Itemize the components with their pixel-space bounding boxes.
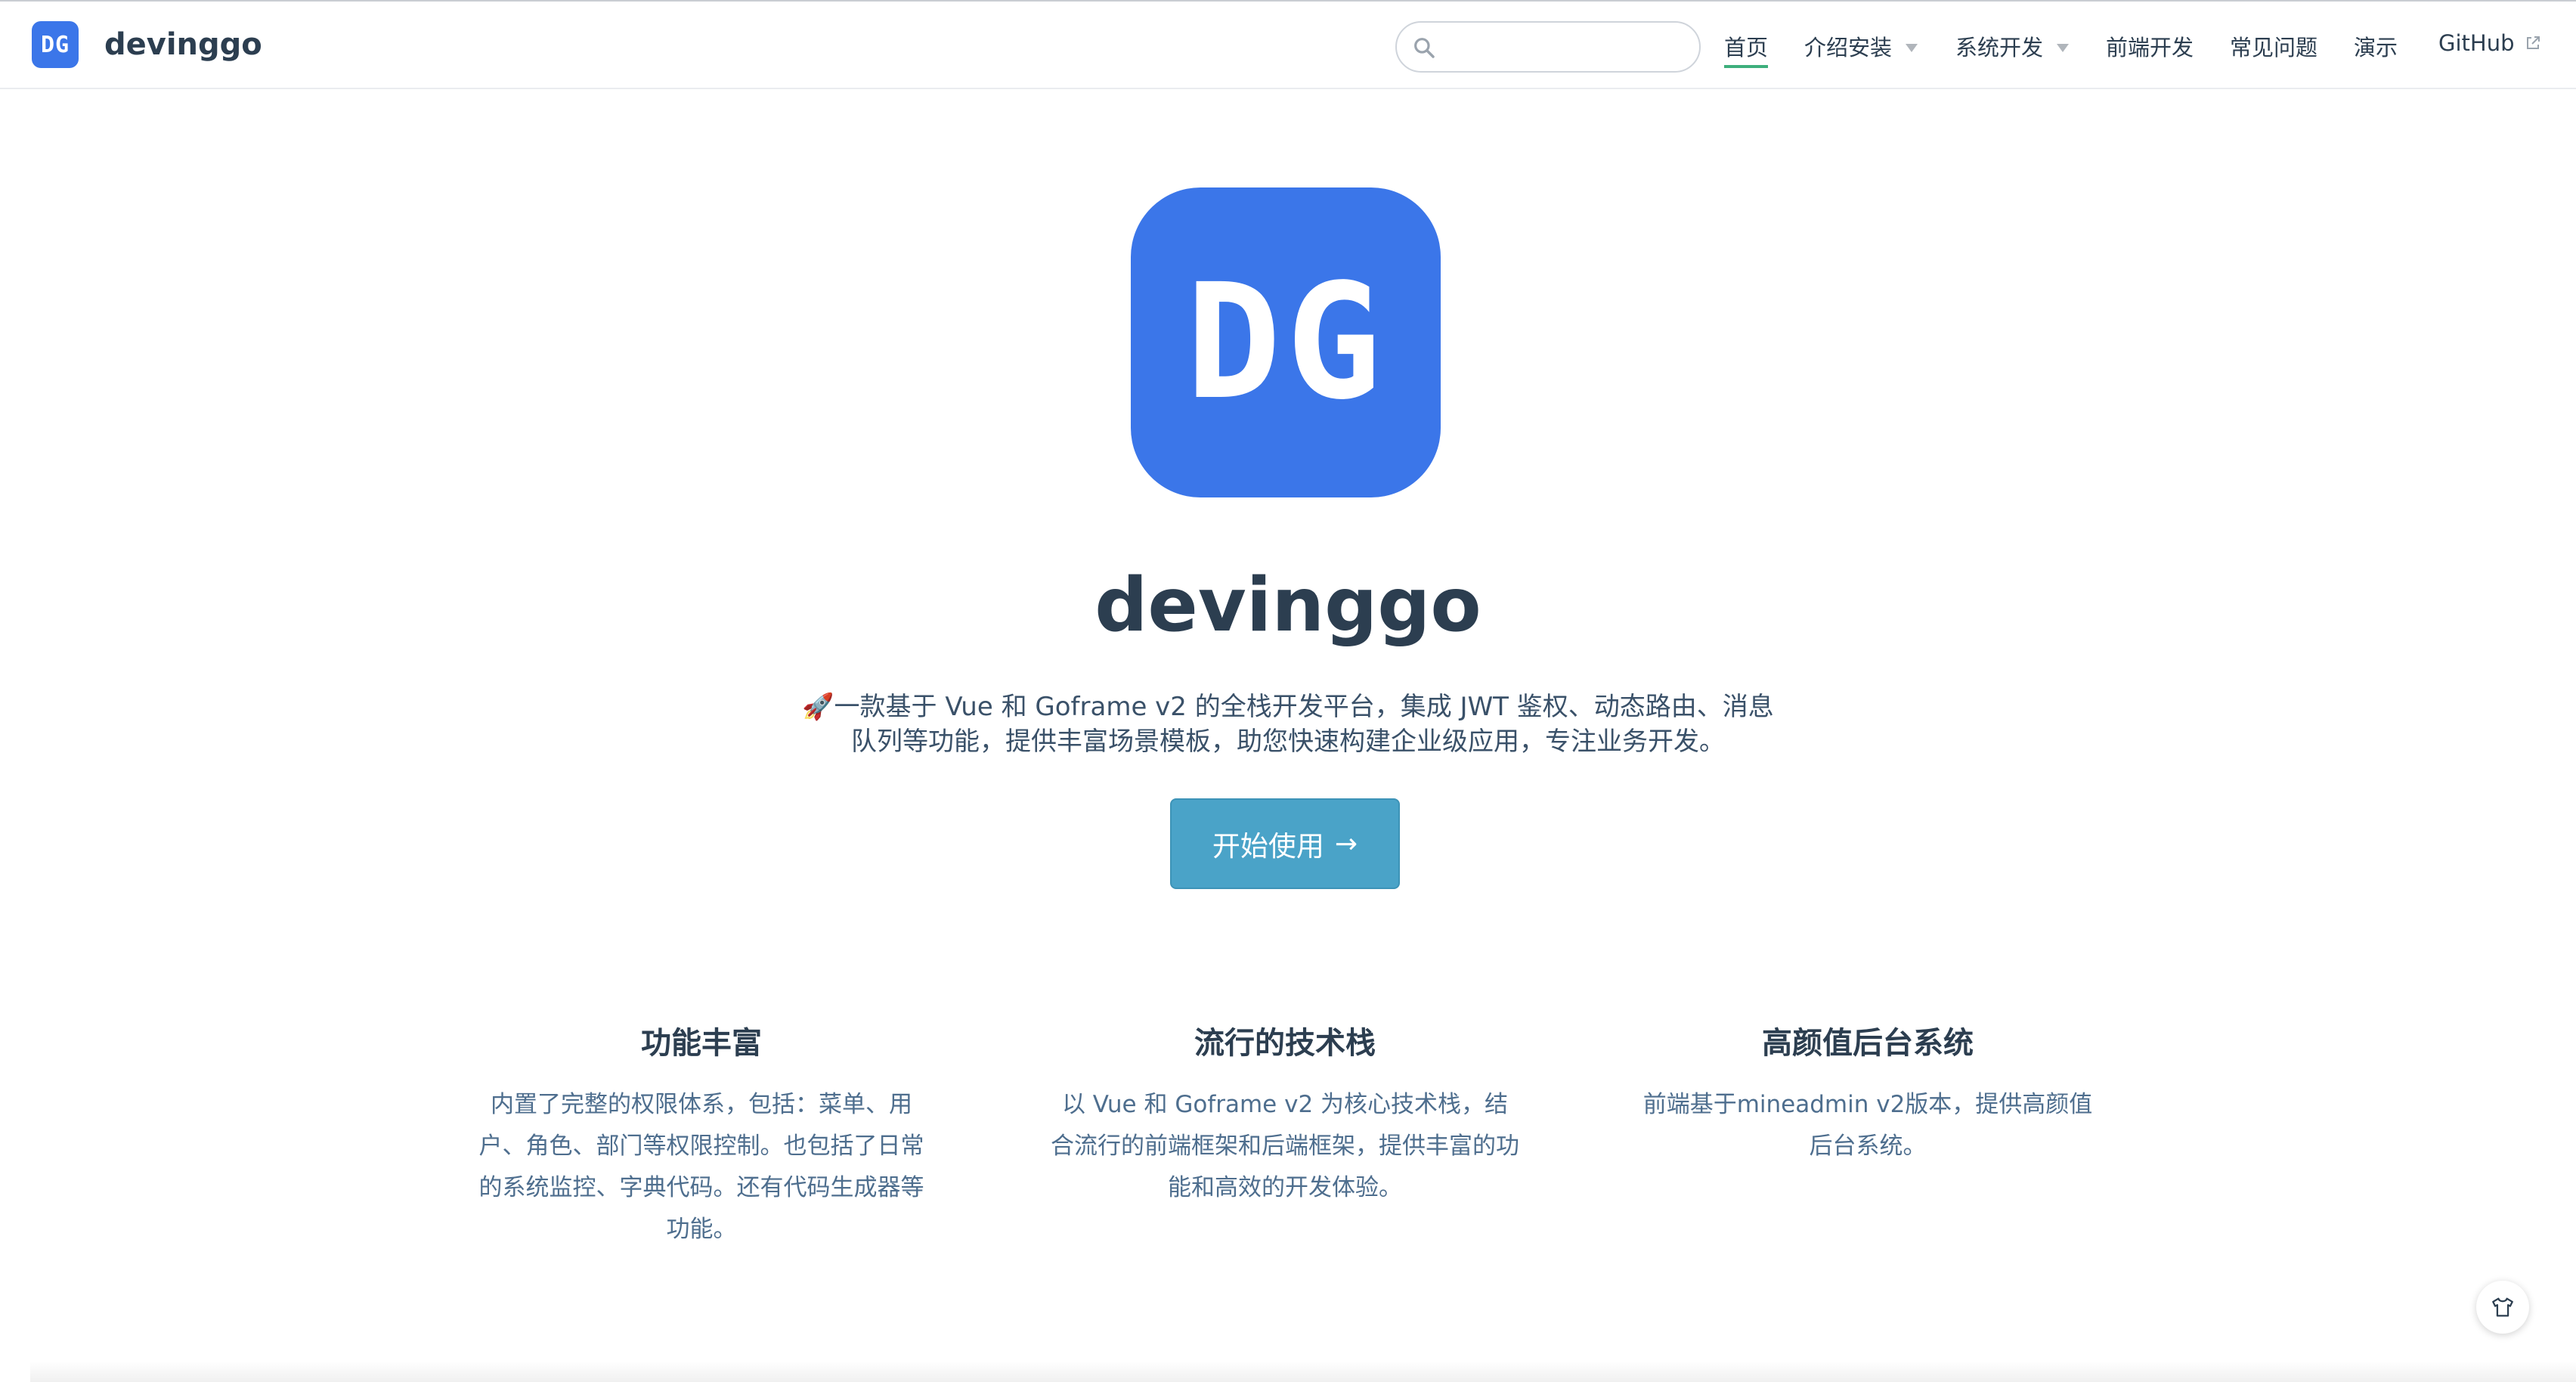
feature-item: 流行的技术栈 以 Vue 和 Goframe v2 为核心技术栈，结合流行的前端… <box>1051 1019 1519 1209</box>
hero-description: 🚀一款基于 Vue 和 Goframe v2 的全栈开发平台，集成 JWT 鉴权… <box>802 692 1774 757</box>
hero-title: devinggo <box>1094 562 1482 649</box>
get-started-label: 开始使用 <box>1212 830 1324 863</box>
chevron-down-icon <box>1906 43 1918 52</box>
nav-item-label: 介绍安装 <box>1804 35 1893 60</box>
nav-item-system-dev[interactable]: 系统开发 <box>1955 30 2070 62</box>
nav-item-label: 系统开发 <box>1955 35 2044 60</box>
nav-item-home[interactable]: 首页 <box>1724 30 1769 68</box>
feature-title: 高颜值后台系统 <box>1762 1026 1974 1061</box>
external-link-icon <box>2526 36 2540 49</box>
nav-links: 首页 介绍安装 系统开发 前端开发 常见问题 演示 GitHub <box>0 2 2576 91</box>
feature-item: 功能丰富 内置了完整的权限体系，包括：菜单、用户、角色、部门等权限控制。也包括了… <box>470 1019 933 1250</box>
feature-title: 功能丰富 <box>641 1026 762 1061</box>
nav-item-label: GitHub <box>2438 30 2515 56</box>
navbar: DG devinggo 首页 介绍安装 系统开发 前端开发 常见问题 演示 Gi… <box>0 0 2576 89</box>
theme-toggle-button[interactable] <box>2476 1281 2529 1334</box>
nav-item-intro-install[interactable]: 介绍安装 <box>1804 30 1918 62</box>
feature-description: 内置了完整的权限体系，包括：菜单、用户、角色、部门等权限控制。也包括了日常的系统… <box>478 1091 924 1243</box>
hero-logo: DG <box>1131 187 1441 497</box>
feature-description: 前端基于mineadmin v2版本，提供高颜值后台系统。 <box>1643 1091 2093 1160</box>
feature-item: 高颜值后台系统 前端基于mineadmin v2版本，提供高颜值后台系统。 <box>1637 1019 2098 1167</box>
feature-title: 流行的技术栈 <box>1194 1026 1376 1061</box>
get-started-button[interactable]: 开始使用 → <box>1170 798 1400 889</box>
page-bottom-shadow <box>30 1361 2576 1382</box>
nav-item-demo[interactable]: 演示 <box>2354 30 2398 62</box>
shirt-icon <box>2492 1297 2513 1317</box>
nav-item-label: 演示 <box>2354 35 2398 60</box>
nav-item-label: 常见问题 <box>2230 35 2318 60</box>
nav-item-label: 首页 <box>1724 35 1769 60</box>
nav-item-frontend-dev[interactable]: 前端开发 <box>2106 30 2194 62</box>
nav-item-github[interactable]: GitHub <box>2438 30 2542 56</box>
nav-item-label: 前端开发 <box>2106 35 2194 60</box>
nav-item-faq[interactable]: 常见问题 <box>2230 30 2317 62</box>
arrow-right-icon: → <box>1334 828 1358 860</box>
chevron-down-icon <box>2057 43 2070 52</box>
feature-description: 以 Vue 和 Goframe v2 为核心技术栈，结合流行的前端框架和后端框架… <box>1051 1091 1519 1201</box>
hero-logo-text: DG <box>1185 249 1386 435</box>
